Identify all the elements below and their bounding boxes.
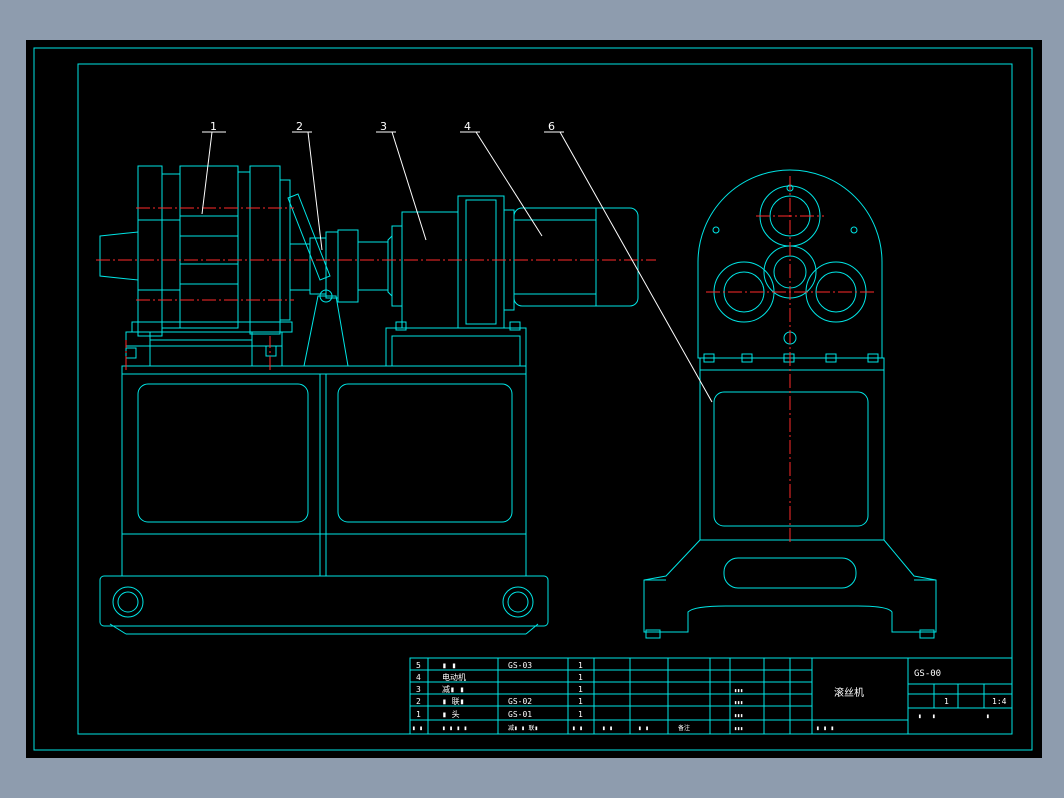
leader-lines xyxy=(201,131,713,403)
sheet-label-a: ▮ xyxy=(918,713,922,720)
base-slot xyxy=(723,557,857,589)
row-2-name: ▮ 联▮ xyxy=(442,697,464,706)
base-skid xyxy=(99,575,549,627)
row-2-qty: 1 xyxy=(578,697,583,706)
signature-block: ▮▮▮ ▮▮▮ ▮▮▮ ▮▮▮ xyxy=(734,688,743,732)
sheet-label-c: ▮ xyxy=(986,713,990,720)
row-4-name: 电动机 xyxy=(442,672,466,682)
balloon-4: 4 xyxy=(464,120,471,133)
header-c6: ▮ ▮ xyxy=(638,725,649,732)
row-5-no: 5 xyxy=(416,661,421,670)
cad-drawing: 1 2 3 4 6 5 ▮ ▮ GS-03 1 4 电动机 1 3 减▮ ▮ 1… xyxy=(33,47,1033,751)
header-code: 减▮ ▮ 联▮ xyxy=(508,724,538,732)
row-5-name: ▮ ▮ xyxy=(442,661,456,670)
frame-window-left xyxy=(137,383,309,523)
sign-row-4: ▮▮▮ xyxy=(734,726,743,732)
side-base xyxy=(643,539,937,633)
sign-row-3: ▮▮▮ xyxy=(734,713,743,719)
quantity-value: 1 xyxy=(944,697,949,706)
row-1-qty: 1 xyxy=(578,710,583,719)
product-name: 滚丝机 xyxy=(834,686,864,699)
balloon-2: 2 xyxy=(296,120,303,133)
company-name: ▮ ▮ ▮ xyxy=(816,725,834,732)
frame-window-right xyxy=(337,383,513,523)
row-1-name: ▮ 头 xyxy=(442,709,460,719)
machine-frame xyxy=(121,365,527,577)
sign-row-2: ▮▮▮ xyxy=(734,700,743,706)
row-5-code: GS-03 xyxy=(508,661,532,670)
row-5-qty: 1 xyxy=(578,661,583,670)
reducer xyxy=(357,195,527,367)
outer-border xyxy=(33,47,1033,751)
row-3-qty: 1 xyxy=(578,685,583,694)
title-area: 5 ▮ ▮ GS-03 1 4 电动机 1 3 减▮ ▮ 1 2 ▮ 联▮ GS… xyxy=(409,657,1013,735)
side-window xyxy=(713,391,869,527)
balloon-3: 3 xyxy=(380,120,387,133)
header-qty: ▮ ▮ xyxy=(572,725,583,732)
title-block-text: 滚丝机 ▮ ▮ ▮ GS-00 1 1:4 ▮ ▮ ▮ xyxy=(816,669,1007,732)
parts-list: 5 ▮ ▮ GS-03 1 4 电动机 1 3 减▮ ▮ 1 2 ▮ 联▮ GS… xyxy=(412,661,690,732)
header-c5: ▮ ▮ xyxy=(602,725,613,732)
header-name: ▮ ▮ ▮ ▮ xyxy=(442,725,467,732)
coupling xyxy=(287,193,359,367)
drawing-code: GS-00 xyxy=(914,669,941,679)
header-no: ▮ ▮ xyxy=(412,725,423,732)
row-4-no: 4 xyxy=(416,673,421,682)
centerlines xyxy=(96,176,874,544)
rolling-head xyxy=(99,165,293,337)
balloon-1: 1 xyxy=(210,120,217,133)
motor xyxy=(513,207,639,307)
balloon-labels: 1 2 3 4 6 xyxy=(210,120,555,133)
sign-row-1: ▮▮▮ xyxy=(734,688,743,694)
row-4-qty: 1 xyxy=(578,673,583,682)
row-3-name: 减▮ ▮ xyxy=(442,684,464,694)
header-remark: 备注 xyxy=(678,724,690,732)
row-2-no: 2 xyxy=(416,697,421,706)
row-2-code: GS-02 xyxy=(508,697,532,706)
balloon-6: 6 xyxy=(548,120,555,133)
row-1-code: GS-01 xyxy=(508,710,532,719)
row-3-no: 3 xyxy=(416,685,421,694)
sheet-label-b: ▮ xyxy=(932,713,936,720)
front-view xyxy=(99,165,639,635)
row-1-no: 1 xyxy=(416,710,421,719)
drawing-canvas: 1 2 3 4 6 5 ▮ ▮ GS-03 1 4 电动机 1 3 减▮ ▮ 1… xyxy=(26,40,1042,758)
scale-value: 1:4 xyxy=(992,697,1007,706)
side-frame xyxy=(699,357,885,541)
